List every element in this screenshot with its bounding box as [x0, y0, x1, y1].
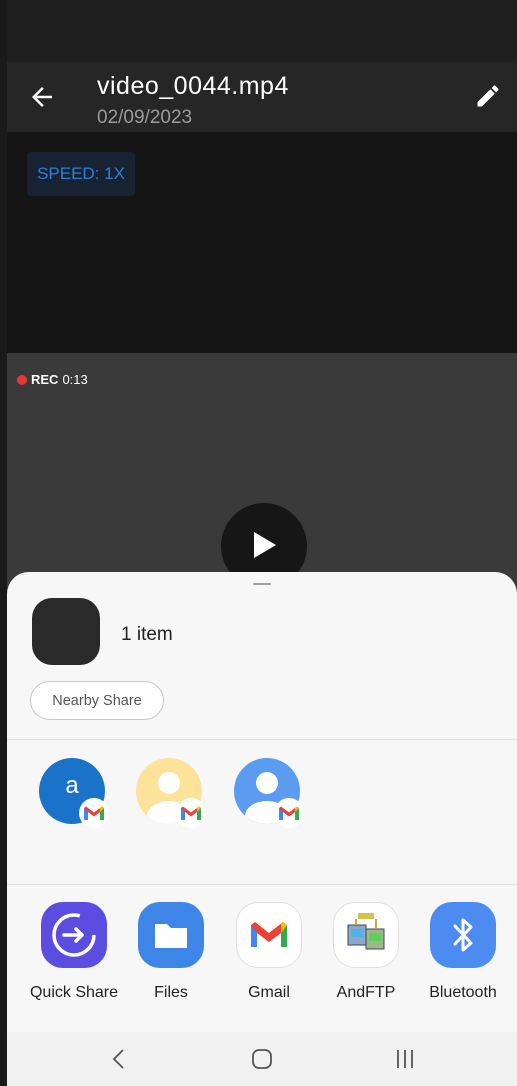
divider	[7, 739, 517, 740]
rec-indicator: REC 0:13	[17, 372, 88, 387]
screen: video_0044.mp4 02/09/2023 SPEED: 1X REC …	[7, 0, 517, 1086]
rec-label: REC	[31, 372, 59, 387]
app-files[interactable]: Files	[121, 902, 221, 1002]
app-gmail[interactable]: Gmail	[219, 902, 319, 1002]
nav-back-icon[interactable]	[89, 1032, 149, 1086]
folder-icon	[138, 902, 204, 968]
pencil-icon[interactable]	[474, 82, 502, 110]
app-label: Gmail	[248, 984, 290, 1001]
gmail-icon	[274, 798, 304, 828]
record-dot-icon	[17, 374, 27, 385]
status-bar	[7, 0, 517, 62]
page-subtitle-date: 02/09/2023	[97, 107, 193, 128]
app-label: AndFTP	[336, 984, 396, 1001]
speed-button[interactable]: SPEED: 1X	[27, 152, 135, 196]
bluetooth-icon	[430, 902, 496, 968]
app-label: Files	[154, 984, 188, 1001]
gmail-icon	[79, 798, 109, 828]
app-andftp[interactable]: AndFTP	[316, 902, 416, 1002]
contact-avatar-3[interactable]	[234, 758, 304, 828]
share-sheet: 1 item Nearby Share a Quick Share Files …	[7, 572, 517, 1032]
nav-home-icon[interactable]	[232, 1032, 292, 1086]
play-icon	[254, 532, 276, 558]
video-player[interactable]: REC 0:13	[7, 353, 517, 603]
nearby-share-button[interactable]: Nearby Share	[30, 681, 164, 720]
contact-avatar-1[interactable]: a	[39, 758, 109, 828]
system-nav-bar	[7, 1032, 517, 1086]
gmail-icon	[236, 902, 302, 968]
divider	[7, 884, 517, 885]
app-label: Bluetooth	[429, 984, 497, 1001]
sheet-drag-handle[interactable]	[253, 583, 271, 585]
app-quick-share[interactable]: Quick Share	[24, 902, 124, 1002]
contact-initial: a	[65, 772, 79, 799]
app-label: Quick Share	[29, 984, 119, 1001]
app-bar: video_0044.mp4 02/09/2023	[7, 62, 517, 132]
gmail-icon	[176, 798, 206, 828]
item-count: 1 item	[121, 624, 173, 645]
quick-share-icon	[41, 902, 107, 968]
nav-recents-icon[interactable]	[375, 1032, 435, 1086]
page-title: video_0044.mp4	[97, 72, 289, 100]
shared-item-thumbnail	[32, 598, 100, 665]
speed-preview-area: SPEED: 1X	[7, 132, 517, 353]
app-bluetooth[interactable]: Bluetooth	[413, 902, 513, 1002]
rec-time: 0:13	[62, 372, 88, 387]
arrow-left-icon[interactable]	[27, 82, 57, 112]
contact-avatar-2[interactable]	[136, 758, 206, 828]
andftp-icon	[333, 902, 399, 968]
